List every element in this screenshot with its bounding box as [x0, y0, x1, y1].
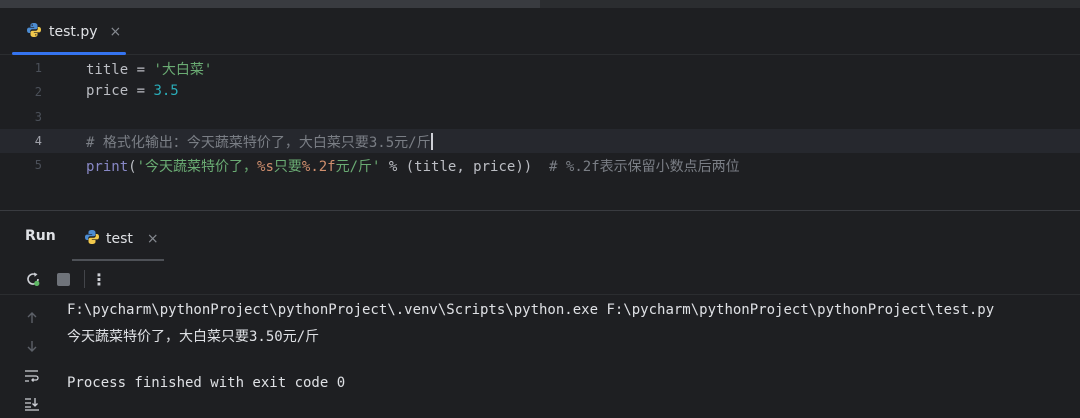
line-number: 2	[34, 85, 42, 99]
console-line-command: F:\pycharm\pythonProject\pythonProject\.…	[67, 302, 995, 318]
tab-filename: test.py	[49, 23, 98, 40]
console-output[interactable]: F:\pycharm\pythonProject\pythonProject\.…	[53, 297, 1080, 418]
close-run-tab-icon[interactable]: ×	[147, 231, 159, 247]
run-toolbar: ⋮	[0, 263, 1080, 295]
soft-wrap-icon[interactable]	[18, 365, 46, 387]
code-editor[interactable]: 1 2 3 4 5 title = '大白菜' price = 3.5 # 格式…	[0, 56, 1080, 210]
editor-tab-test-py[interactable]: test.py ×	[12, 8, 126, 55]
line-number: 3	[34, 110, 42, 124]
arrow-up-icon[interactable]	[18, 307, 46, 329]
console-line-output: 今天蔬菜特价了，大白菜只要3.50元/斤	[67, 329, 320, 345]
text-caret	[430, 133, 433, 150]
editor-tab-bar: test.py ×	[0, 8, 1080, 55]
console-line-exit: Process finished with exit code 0	[67, 375, 346, 391]
window-top-strip	[0, 0, 1080, 8]
stop-icon[interactable]	[51, 267, 75, 291]
code-line-4: # 格式化输出：今天蔬菜特价了，大白菜只要3.5元/斤	[86, 133, 433, 151]
code-line-5: print('今天蔬菜特价了，%s只要%.2f元/斤' % (title, pr…	[86, 159, 740, 175]
arrow-down-icon[interactable]	[18, 335, 46, 357]
run-tab-test[interactable]: test ×	[72, 217, 164, 261]
run-tool-window: Run test × ⋮ F:\pycharm\pythonProject\py…	[0, 210, 1080, 418]
run-panel-title: Run	[25, 228, 56, 244]
line-number: 1	[34, 61, 42, 75]
code-line-2: price = 3.5	[86, 83, 179, 99]
python-icon	[26, 22, 42, 42]
toolbar-divider	[84, 270, 85, 288]
rerun-icon[interactable]	[21, 267, 45, 291]
code-line-1: title = '大白菜'	[86, 62, 213, 78]
scroll-to-end-icon[interactable]	[18, 393, 46, 415]
active-tab-indicator	[12, 52, 126, 55]
line-number: 5	[34, 158, 42, 172]
run-tab-label: test	[106, 231, 133, 247]
line-number-current: 4	[34, 134, 42, 148]
close-tab-icon[interactable]: ×	[110, 24, 122, 40]
line-number-gutter: 1 2 3 4 5	[0, 56, 70, 210]
top-strip-segment	[0, 0, 540, 8]
run-tab-indicator	[72, 259, 164, 261]
run-panel-header: Run test ×	[0, 211, 1080, 261]
python-icon	[84, 229, 100, 249]
more-options-icon[interactable]: ⋮	[87, 267, 111, 291]
